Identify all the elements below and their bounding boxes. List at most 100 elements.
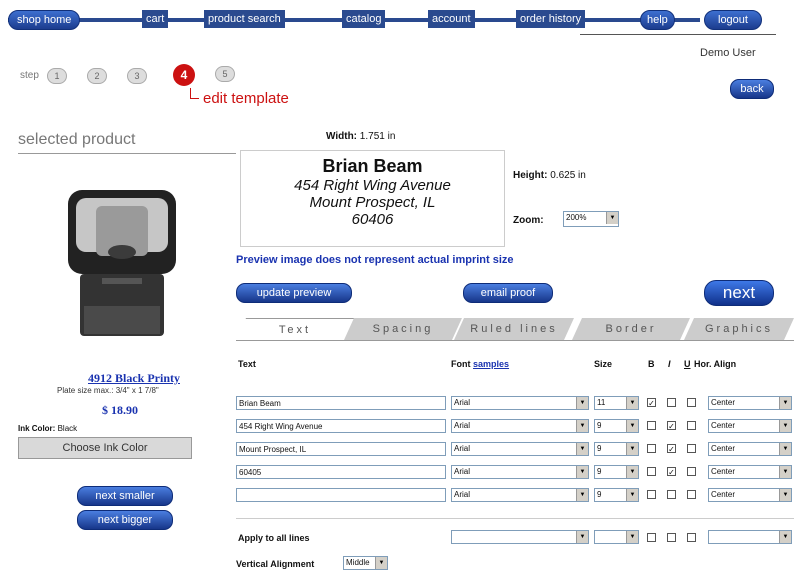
line-underline-checkbox[interactable] [687,421,696,430]
header-italic: I [668,359,671,369]
line-text-input[interactable]: Brian Beam [236,396,446,410]
nav-account[interactable]: account [428,10,475,28]
header-font: Font samples [451,359,509,369]
line-size-value: 9 [597,444,602,453]
line-bold-checkbox[interactable]: ✓ [647,398,656,408]
tab-graphics[interactable]: Graphics [684,318,794,340]
logout-button[interactable]: logout [704,10,762,30]
line-size-select[interactable]: 11 ▼ [594,396,639,410]
nav-help[interactable]: help [640,10,675,30]
choose-ink-color-button[interactable]: Choose Ink Color [18,437,192,459]
line-align-select[interactable]: Center ▼ [708,419,792,433]
line-underline-checkbox[interactable] [687,444,696,453]
apply-underline-checkbox[interactable] [687,533,696,542]
nav-product-search[interactable]: product search [204,10,285,28]
line-underline-checkbox[interactable] [687,490,696,499]
step-3[interactable]: 3 [127,68,147,84]
step-1[interactable]: 1 [47,68,67,84]
line-size-select[interactable]: 9 ▼ [594,442,639,456]
line-align-select[interactable]: Center ▼ [708,465,792,479]
apply-bold-checkbox[interactable] [647,533,656,542]
update-preview-button[interactable]: update preview [236,283,352,303]
line-align-select[interactable]: Center ▼ [708,488,792,502]
line-italic-checkbox[interactable]: ✓ [667,421,676,431]
chevron-down-icon: ▼ [576,489,588,501]
line-font-select[interactable]: Arial ▼ [451,465,589,479]
header-bold: B [648,359,655,369]
chevron-down-icon: ▼ [779,531,791,543]
line-font-select[interactable]: Arial ▼ [451,396,589,410]
apply-font-select[interactable]: ▼ [451,530,589,544]
divider [236,518,794,519]
line-text-input[interactable]: Mount Prospect, IL [236,442,446,456]
line-align-select[interactable]: Center ▼ [708,396,792,410]
line-size-select[interactable]: 9 ▼ [594,465,639,479]
nav-catalog[interactable]: catalog [342,10,386,28]
height-info: Height: 0.625 in [513,170,586,181]
vertical-alignment-value: Middle [346,558,370,567]
line-size-select[interactable]: 9 ▼ [594,488,639,502]
next-button[interactable]: next [704,280,774,306]
tab-spacing[interactable]: Spacing [344,318,462,340]
line-bold-checkbox[interactable] [647,490,656,499]
chevron-down-icon: ▼ [779,420,791,432]
tab-ruled-lines[interactable]: Ruled lines [454,318,574,340]
next-smaller-button[interactable]: next smaller [77,486,173,506]
step-2[interactable]: 2 [87,68,107,84]
tab-border[interactable]: Border [572,318,690,340]
product-price: $ 18.90 [102,403,138,417]
line-text-input[interactable]: 454 Right Wing Avenue [236,419,446,433]
step-label: step [20,70,39,81]
line-text-input[interactable] [236,488,446,502]
step-connector [190,88,199,99]
line-align-select[interactable]: Center ▼ [708,442,792,456]
line-font-value: Arial [454,398,471,407]
line-font-select[interactable]: Arial ▼ [451,442,589,456]
header-font-label: Font [451,359,471,369]
line-bold-checkbox[interactable] [647,467,656,476]
line-italic-checkbox[interactable]: ✓ [667,467,676,477]
line-align-value: Center [711,467,736,476]
step-5[interactable]: 5 [215,66,235,82]
line-italic-checkbox[interactable] [667,490,676,499]
tab-text[interactable]: Text [236,318,354,341]
line-size-select[interactable]: 9 ▼ [594,419,639,433]
line-font-value: Arial [454,421,471,430]
line-align-value: Center [711,398,736,407]
step-4-current: 4 [173,64,195,86]
selected-product-label: selected product [18,131,136,148]
line-align-value: Center [711,444,736,453]
line-italic-checkbox[interactable] [667,398,676,407]
line-underline-checkbox[interactable] [687,467,696,476]
zoom-value: 200% [566,213,587,222]
divider [18,153,236,154]
line-underline-checkbox[interactable] [687,398,696,407]
line-text-input[interactable]: 60405 [236,465,446,479]
chevron-down-icon: ▼ [626,397,638,409]
apply-size-select[interactable]: ▼ [594,530,639,544]
ink-color-label: Ink Color: [18,424,56,433]
line-font-value: Arial [454,490,471,499]
nav-order-history[interactable]: order history [516,10,586,28]
line-italic-checkbox[interactable]: ✓ [667,444,676,454]
line-font-select[interactable]: Arial ▼ [451,419,589,433]
apply-italic-checkbox[interactable] [667,533,676,542]
line-bold-checkbox[interactable] [647,444,656,453]
line-bold-checkbox[interactable] [647,421,656,430]
email-proof-button[interactable]: email proof [463,283,553,303]
vertical-alignment-select[interactable]: Middle ▼ [343,556,388,570]
font-samples-link[interactable]: samples [473,359,509,369]
zoom-select[interactable]: 200% ▼ [563,211,619,227]
preview-line-3: Mount Prospect, IL [309,194,436,211]
nav-cart[interactable]: cart [142,10,169,28]
line-font-select[interactable]: Arial ▼ [451,488,589,502]
back-button[interactable]: back [730,79,774,99]
preview-notice: Preview image does not represent actual … [236,254,514,266]
step-title: edit template [203,90,289,107]
nav-shop-home[interactable]: shop home [8,10,81,30]
line-size-value: 9 [597,467,602,476]
next-bigger-button[interactable]: next bigger [77,510,173,530]
product-name-link[interactable]: 4912 Black Printy [88,371,180,386]
apply-align-select[interactable]: ▼ [708,530,792,544]
line-align-value: Center [711,421,736,430]
